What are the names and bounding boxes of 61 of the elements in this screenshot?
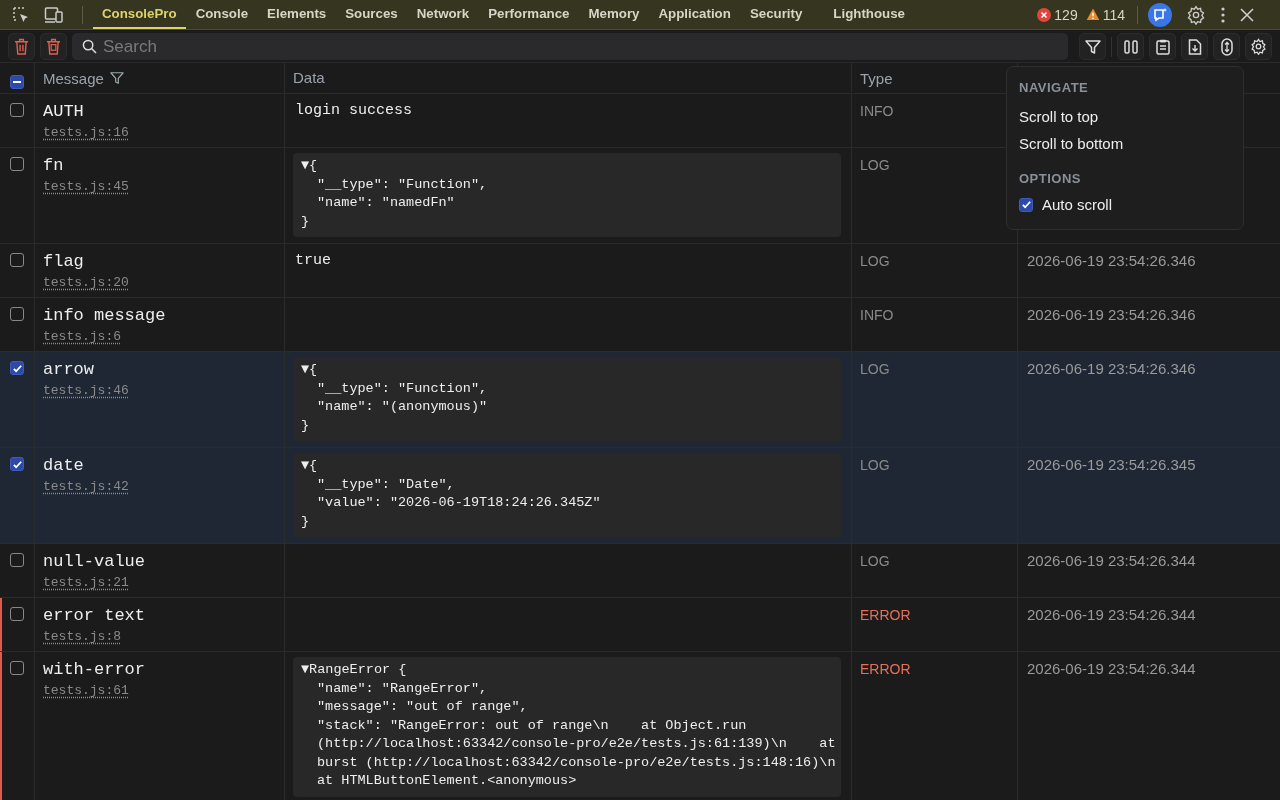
- message-text: fn: [43, 156, 64, 176]
- error-count[interactable]: 129: [1054, 6, 1078, 23]
- timestamp: 2026-06-19 23:54:26.344: [1026, 552, 1196, 569]
- object-preview[interactable]: ▼{ "__type": "Date", "value": "2026-06-19T18:24:26.345Z" }: [293, 453, 841, 537]
- message-text: error text: [43, 606, 146, 626]
- tab[interactable]: Elements: [258, 0, 336, 29]
- message-text: arrow: [43, 360, 94, 380]
- column-header[interactable]: Message: [43, 69, 104, 87]
- timestamp: 2026-06-19 23:54:26.346: [1026, 306, 1196, 323]
- log-type: INFO: [860, 103, 894, 119]
- timestamp: 2026-06-19 23:54:26.345: [1026, 456, 1196, 473]
- timestamp: 2026-06-19 23:54:26.344: [1026, 660, 1196, 677]
- timestamp: 2026-06-19 23:54:26.344: [1026, 606, 1196, 623]
- tab[interactable]: ConsolePro: [93, 0, 186, 29]
- tab[interactable]: Network: [407, 0, 479, 29]
- message-text: with-error: [43, 660, 146, 680]
- message-text: info message: [43, 306, 166, 326]
- tab[interactable]: Lighthouse: [824, 0, 914, 29]
- source-link[interactable]: tests.js:6: [43, 329, 121, 344]
- message-text: AUTH: [43, 102, 84, 122]
- source-link[interactable]: tests.js:21: [43, 575, 129, 590]
- log-type: LOG: [860, 157, 890, 173]
- message-text: flag: [43, 252, 84, 272]
- source-link[interactable]: tests.js:16: [43, 125, 129, 140]
- object-preview[interactable]: ▼{ "__type": "Function", "name": "namedFn" }: [293, 153, 841, 237]
- data-value: login success: [294, 102, 413, 120]
- tab[interactable]: Sources: [336, 0, 407, 29]
- data-value: true: [294, 252, 331, 270]
- source-link[interactable]: tests.js:61: [43, 683, 129, 698]
- source-link[interactable]: tests.js:45: [43, 179, 129, 194]
- menu-item[interactable]: Scroll to top: [1019, 103, 1099, 130]
- menu-heading: NAVIGATE: [1019, 80, 1089, 95]
- log-type: LOG: [860, 253, 890, 269]
- object-preview[interactable]: ▼{ "__type": "Function", "name": "(anonymous)" }: [293, 357, 841, 441]
- menu-item[interactable]: Auto scroll: [1042, 196, 1113, 213]
- log-type: ERROR: [860, 661, 911, 677]
- menu-item[interactable]: Scroll to bottom: [1019, 130, 1124, 157]
- warning-count[interactable]: 114: [1102, 6, 1125, 23]
- log-type: LOG: [860, 553, 890, 569]
- log-type: LOG: [860, 361, 890, 377]
- tab[interactable]: Application: [649, 0, 740, 29]
- tab[interactable]: Security: [740, 0, 812, 29]
- timestamp: 2026-06-19 23:54:26.346: [1026, 252, 1196, 269]
- source-link[interactable]: tests.js:42: [43, 479, 129, 494]
- tab[interactable]: Performance: [479, 0, 579, 29]
- column-header[interactable]: Data: [293, 68, 325, 86]
- timestamp: 2026-06-19 23:54:26.346: [1026, 360, 1196, 377]
- message-text: date: [43, 456, 84, 476]
- tab[interactable]: Memory: [579, 0, 649, 29]
- source-link[interactable]: tests.js:20: [43, 275, 129, 290]
- log-type: ERROR: [860, 607, 911, 623]
- column-header[interactable]: Type: [860, 69, 893, 87]
- source-link[interactable]: tests.js:8: [43, 629, 121, 644]
- source-link[interactable]: tests.js:46: [43, 383, 129, 398]
- search-field[interactable]: Search: [72, 33, 1068, 60]
- tab[interactable]: Console: [186, 0, 258, 29]
- object-preview[interactable]: ▼RangeError { "name": "RangeError", "message": "out of range", "stack": "RangeError: out of range\n at Object.run (http://localhost:63342/console-pro/e2e/tests.js:61:139)\n at burst (http://localhost:63342/console-pro/e2e/tests.js:148:16)\n at HTMLButtonElement.<anonymous>: [293, 657, 841, 797]
- log-type: INFO: [860, 307, 894, 323]
- message-text: null-value: [43, 552, 146, 572]
- log-type: LOG: [860, 457, 890, 473]
- menu-heading: OPTIONS: [1019, 171, 1081, 186]
